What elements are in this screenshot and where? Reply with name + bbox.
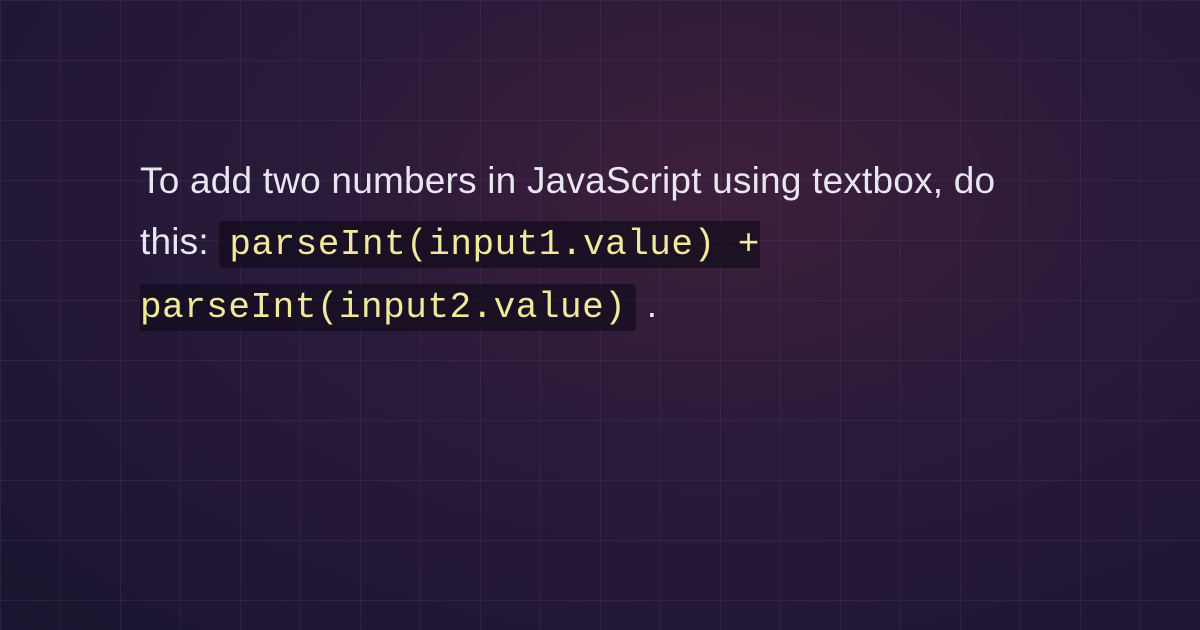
code-snippet: parseInt(input1.value) + parseInt(input2… <box>140 221 760 331</box>
closing-punct: . <box>647 284 657 325</box>
content-block: To add two numbers in JavaScript using t… <box>0 0 1200 338</box>
